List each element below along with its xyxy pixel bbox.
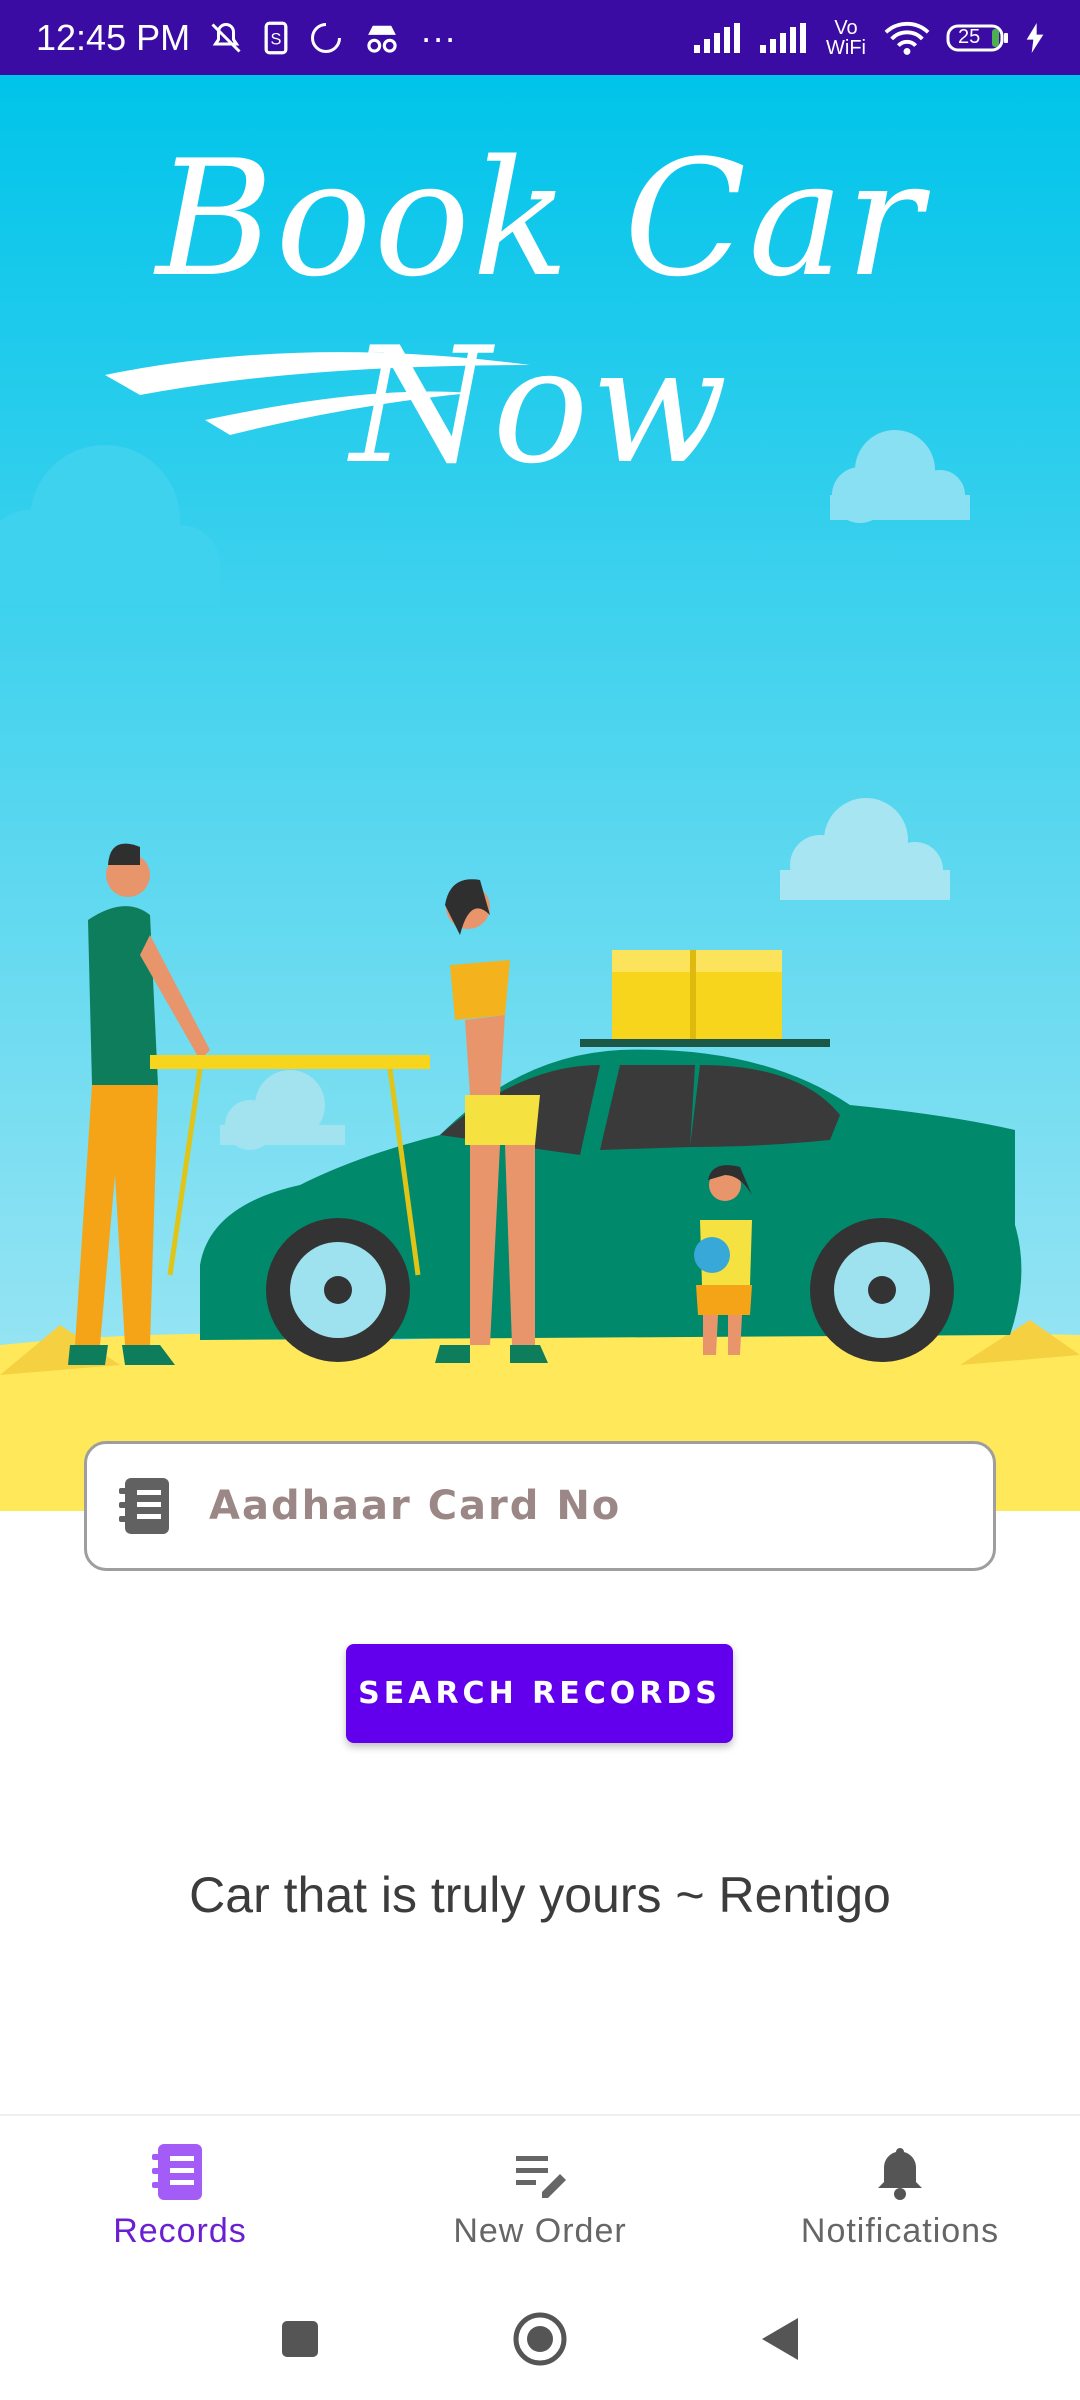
- bell-off-icon: [208, 20, 244, 56]
- aadhaar-input[interactable]: [207, 1465, 971, 1547]
- hero-title: Book Car Now: [155, 125, 925, 499]
- system-navigation-bar: [0, 2282, 1080, 2400]
- notebook-icon: [119, 1476, 175, 1536]
- hero-illustration: Book Car Now: [0, 75, 1080, 1511]
- battery-icon: 25: [946, 22, 1010, 54]
- back-button[interactable]: [758, 2314, 802, 2369]
- search-records-button[interactable]: SEARCH RECORDS: [346, 1644, 733, 1743]
- signal-icon-2: [758, 22, 808, 53]
- nav-label-records: Records: [113, 2212, 247, 2250]
- incognito-icon: [362, 20, 402, 56]
- aadhaar-search-field[interactable]: [84, 1441, 996, 1571]
- vowifi-label: Vo WiFi: [826, 16, 866, 59]
- home-button[interactable]: [512, 2311, 568, 2372]
- recent-apps-button[interactable]: [278, 2317, 322, 2366]
- battery-level: 25: [958, 25, 981, 48]
- nav-label-notifications: Notifications: [800, 2212, 1000, 2250]
- bottom-navigation: Records New Order Notifications: [0, 2114, 1080, 2284]
- more-notifications-icon: ···: [420, 16, 457, 58]
- signal-icon: [692, 22, 742, 53]
- wifi-icon: [884, 20, 930, 56]
- charging-icon: [1026, 22, 1044, 53]
- nav-label-new-order: New Order: [453, 2212, 627, 2250]
- sim-icon: S: [262, 20, 290, 56]
- records-icon: [150, 2142, 210, 2202]
- nav-item-records[interactable]: Records: [0, 2116, 360, 2284]
- nav-item-notifications[interactable]: Notifications: [720, 2116, 1080, 2284]
- loading-icon: [308, 20, 344, 56]
- tagline: Car that is truly yours ~ Rentigo: [189, 1867, 891, 1923]
- edit-list-icon: [510, 2142, 570, 2202]
- bell-icon: [870, 2142, 930, 2202]
- nav-item-new-order[interactable]: New Order: [360, 2116, 720, 2284]
- status-time: 12:45 PM: [36, 16, 191, 58]
- svg-text:S: S: [271, 30, 282, 48]
- status-bar: 12:45 PM S ··· Vo WiFi 25: [0, 0, 1080, 75]
